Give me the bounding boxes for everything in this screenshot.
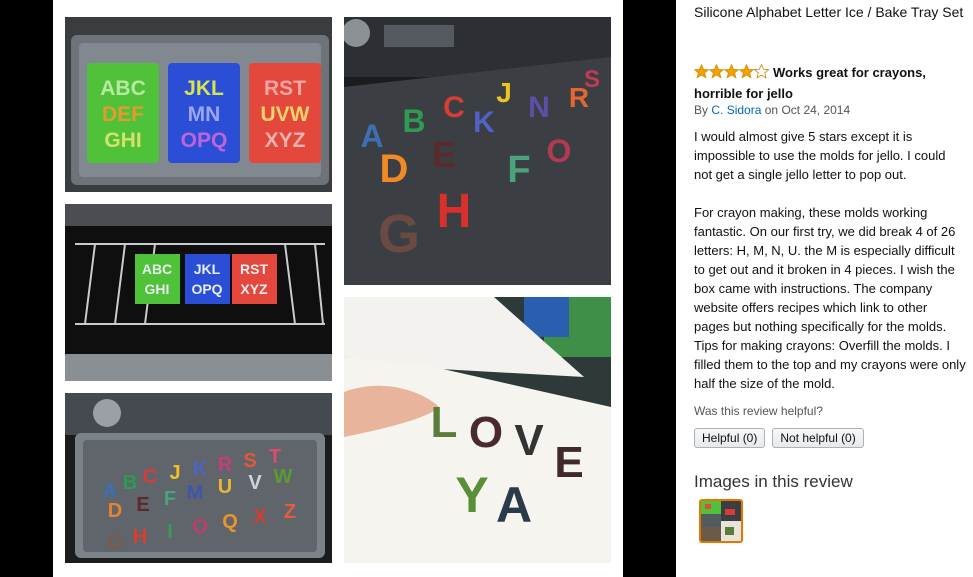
svg-text:B: B [123, 472, 137, 494]
svg-text:G: G [378, 204, 420, 264]
svg-text:O: O [469, 408, 503, 457]
helpful-button[interactable]: Helpful (0) [694, 428, 766, 448]
photo-love-ya-letters: L O V E Y A [344, 297, 611, 563]
helpful-buttons: Helpful (0) Not helpful (0) [694, 428, 871, 448]
review-paragraph: For crayon making, these molds working f… [694, 205, 966, 391]
svg-text:I: I [167, 521, 173, 543]
svg-text:C: C [143, 466, 157, 488]
svg-text:RST: RST [264, 77, 306, 100]
svg-text:GHI: GHI [145, 281, 170, 297]
svg-text:JKL: JKL [184, 77, 224, 100]
rating-row: Works great for crayons, horrible for je… [693, 63, 969, 103]
svg-text:S: S [243, 450, 256, 472]
svg-text:X: X [253, 506, 267, 528]
star-icon [693, 63, 770, 79]
svg-text:Y: Y [455, 467, 488, 523]
svg-text:Z: Z [284, 501, 296, 523]
svg-text:R: R [218, 454, 233, 476]
svg-text:ABC: ABC [142, 261, 172, 277]
mold-letters-row: ABC [100, 77, 146, 100]
svg-text:RST: RST [240, 261, 268, 277]
svg-text:A: A [496, 477, 532, 533]
review-body: I would almost give 5 stars except it is… [694, 127, 966, 412]
date-prefix: on [764, 103, 779, 117]
photo-crayons-on-tray: A B C J K R S T D E F M U V W H I O Q X [65, 393, 332, 563]
svg-text:H: H [437, 185, 472, 238]
svg-text:A: A [103, 480, 117, 502]
svg-text:U: U [218, 476, 232, 498]
svg-text:OPQ: OPQ [191, 281, 222, 297]
helpful-question: Was this review helpful? [694, 404, 823, 418]
svg-text:V: V [248, 472, 262, 494]
product-title[interactable]: Silicone Alphabet Letter Ice / Bake Tray… [694, 3, 964, 22]
svg-text:Q: Q [222, 511, 238, 533]
middle-black-bar [623, 0, 676, 577]
star-rating [693, 63, 770, 84]
svg-text:F: F [507, 149, 530, 191]
photo-crayon-letters-closeup: A B C K J N R S D E F O H G [344, 17, 611, 285]
svg-text:V: V [514, 416, 544, 465]
review-paragraph: I would almost give 5 stars except it is… [694, 129, 946, 182]
by-prefix: By [694, 103, 709, 117]
svg-text:D: D [108, 500, 122, 522]
photo-molds-on-tray: ABC DEF GHI JKL MN OPQ RST UVW XYZ [65, 17, 332, 192]
svg-text:XYZ: XYZ [240, 281, 268, 297]
review-byline: By C. Sidora on Oct 24, 2014 [694, 103, 850, 117]
svg-text:JKL: JKL [194, 261, 221, 277]
images-section-heading: Images in this review [694, 472, 853, 491]
svg-text:O: O [192, 516, 208, 538]
not-helpful-button[interactable]: Not helpful (0) [772, 428, 864, 448]
svg-text:MN: MN [188, 103, 221, 126]
review-image-collage[interactable]: ABC DEF GHI JKL MN OPQ RST UVW XYZ A B C [53, 0, 623, 577]
svg-text:G: G [107, 532, 123, 554]
left-black-bar [0, 0, 53, 577]
svg-text:J: J [496, 77, 512, 108]
svg-text:XYZ: XYZ [265, 129, 306, 152]
svg-text:T: T [269, 446, 281, 468]
svg-text:B: B [402, 103, 425, 139]
svg-text:H: H [133, 526, 147, 548]
svg-text:UVW: UVW [261, 103, 310, 126]
review-date: Oct 24, 2014 [781, 103, 851, 117]
svg-text:K: K [193, 458, 208, 480]
svg-text:N: N [528, 91, 550, 124]
svg-text:K: K [473, 106, 495, 139]
letter-l: L [431, 398, 458, 447]
svg-text:F: F [164, 488, 176, 510]
svg-text:O: O [547, 133, 572, 169]
svg-text:J: J [169, 462, 180, 484]
svg-text:OPQ: OPQ [181, 129, 228, 152]
review-image-thumbnail[interactable] [699, 499, 743, 543]
svg-text:GHI: GHI [104, 129, 141, 152]
author-link[interactable]: C. Sidora [711, 103, 761, 117]
svg-text:S: S [584, 66, 600, 93]
svg-text:C: C [443, 91, 465, 124]
svg-text:E: E [554, 438, 583, 487]
svg-text:D: D [380, 147, 409, 191]
photo-molds-in-oven: ABC GHI JKL OPQ RST XYZ [65, 204, 332, 381]
svg-text:M: M [187, 482, 204, 504]
svg-text:W: W [274, 466, 293, 488]
svg-text:DEF: DEF [102, 103, 144, 126]
svg-text:E: E [432, 134, 456, 175]
svg-text:E: E [136, 494, 149, 516]
